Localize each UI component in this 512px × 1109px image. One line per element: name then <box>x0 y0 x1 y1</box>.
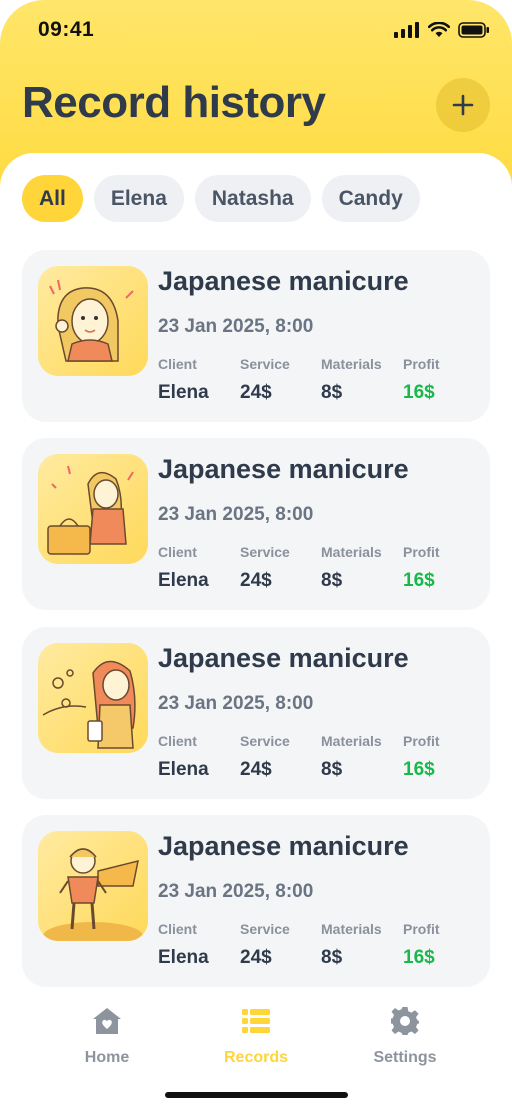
service-label: Service <box>240 921 290 937</box>
signal-icon <box>394 22 419 38</box>
record-illustration <box>38 454 148 564</box>
materials-value: 8$ <box>321 382 343 403</box>
profit-value: 16$ <box>403 759 435 780</box>
service-column: Service 24$ <box>240 356 290 404</box>
home-icon <box>93 1008 121 1034</box>
tab-home[interactable]: Home <box>47 1003 167 1067</box>
woman-shopping-icon <box>47 465 134 555</box>
materials-column: Materials 8$ <box>321 921 382 969</box>
service-value: 24$ <box>240 382 272 403</box>
service-column: Service 24$ <box>240 733 290 781</box>
client-label: Client <box>158 544 197 560</box>
record-date: 23 Jan 2025, 8:00 <box>158 316 314 337</box>
status-time: 09:41 <box>38 18 95 41</box>
tab-records[interactable]: Records <box>196 1003 316 1067</box>
service-label: Service <box>240 733 290 749</box>
tab-records-label: Records <box>223 1049 289 1066</box>
record-title: Japanese manicure <box>158 643 409 673</box>
record-title: Japanese manicure <box>158 831 409 861</box>
record-card[interactable]: Japanese manicure 23 Jan 2025, 8:00 Clie… <box>22 438 490 610</box>
client-label: Client <box>158 733 197 749</box>
client-column: Client Elena <box>158 544 209 592</box>
filter-chip-natasha[interactable]: Natasha <box>194 175 311 222</box>
service-label: Service <box>240 544 290 560</box>
profit-value: 16$ <box>403 382 435 403</box>
record-card[interactable]: Japanese manicure 23 Jan 2025, 8:00 Clie… <box>22 627 490 799</box>
add-record-button[interactable] <box>436 78 490 132</box>
records-content: All Elena Natasha Candy Japanese manicur… <box>0 153 512 993</box>
client-value: Elena <box>158 382 209 403</box>
service-value: 24$ <box>240 759 272 780</box>
tab-settings-label: Settings <box>373 1049 437 1066</box>
profit-column: Profit 16$ <box>403 356 440 404</box>
service-column: Service 24$ <box>240 921 290 969</box>
page-title: Record history <box>22 78 326 127</box>
client-column: Client Elena <box>158 921 209 969</box>
client-column: Client Elena <box>158 356 209 404</box>
home-indicator <box>165 1092 348 1098</box>
materials-label: Materials <box>321 733 382 749</box>
client-value: Elena <box>158 759 209 780</box>
woman-with-phone-icon <box>42 660 136 749</box>
materials-label: Materials <box>321 921 382 937</box>
materials-label: Materials <box>321 356 382 372</box>
client-label: Client <box>158 921 197 937</box>
records-icon <box>242 1009 270 1033</box>
service-column: Service 24$ <box>240 544 290 592</box>
filter-chip-elena[interactable]: Elena <box>93 175 184 222</box>
app-screen: 09:41 Record history All Elena Natasha C… <box>0 0 512 1109</box>
profit-column: Profit 16$ <box>403 733 440 781</box>
service-value: 24$ <box>240 947 272 968</box>
profit-label: Profit <box>403 921 440 937</box>
status-icons <box>394 22 490 38</box>
client-value: Elena <box>158 570 209 591</box>
status-bar: 09:41 <box>0 0 512 60</box>
settings-icon <box>391 1007 419 1035</box>
record-date: 23 Jan 2025, 8:00 <box>158 693 314 714</box>
record-illustration <box>38 831 148 941</box>
tab-home-label: Home <box>84 1049 130 1066</box>
filter-chips: All Elena Natasha Candy <box>22 175 420 222</box>
tab-settings[interactable]: Settings <box>345 1003 465 1067</box>
profit-column: Profit 16$ <box>403 921 440 969</box>
service-value: 24$ <box>240 570 272 591</box>
record-illustration <box>38 266 148 376</box>
profit-label: Profit <box>403 356 440 372</box>
client-column: Client Elena <box>158 733 209 781</box>
service-label: Service <box>240 356 290 372</box>
battery-icon <box>458 22 489 38</box>
profit-column: Profit 16$ <box>403 544 440 592</box>
plus-icon <box>452 94 474 116</box>
record-card[interactable]: Japanese manicure 23 Jan 2025, 8:00 Clie… <box>22 815 490 987</box>
profit-label: Profit <box>403 544 440 560</box>
filter-chip-all[interactable]: All <box>22 175 83 222</box>
record-title: Japanese manicure <box>158 454 409 484</box>
record-date: 23 Jan 2025, 8:00 <box>158 881 314 902</box>
woman-ok-gesture-icon <box>49 279 134 362</box>
profit-value: 16$ <box>403 947 435 968</box>
materials-value: 8$ <box>321 570 343 591</box>
materials-column: Materials 8$ <box>321 544 382 592</box>
materials-value: 8$ <box>321 947 343 968</box>
record-title: Japanese manicure <box>158 266 409 296</box>
superhero-woman-icon <box>43 848 143 941</box>
record-date: 23 Jan 2025, 8:00 <box>158 504 314 525</box>
record-illustration <box>38 643 148 753</box>
wifi-icon <box>428 22 450 37</box>
materials-column: Materials 8$ <box>321 356 382 404</box>
profit-value: 16$ <box>403 570 435 591</box>
filter-chip-candy[interactable]: Candy <box>321 175 420 222</box>
materials-value: 8$ <box>321 759 343 780</box>
client-label: Client <box>158 356 197 372</box>
client-value: Elena <box>158 947 209 968</box>
materials-label: Materials <box>321 544 382 560</box>
record-card[interactable]: Japanese manicure 23 Jan 2025, 8:00 Clie… <box>22 250 490 422</box>
profit-label: Profit <box>403 733 440 749</box>
materials-column: Materials 8$ <box>321 733 382 781</box>
